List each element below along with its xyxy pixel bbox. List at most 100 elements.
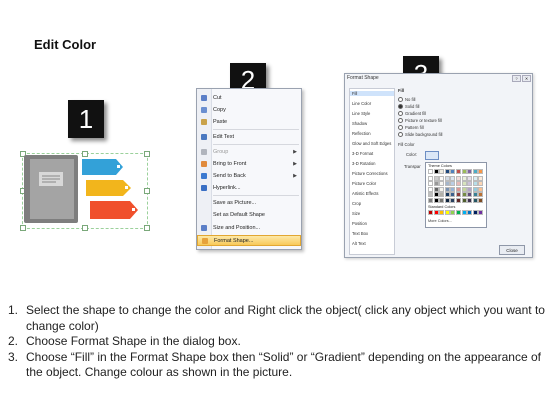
menu-item-paste[interactable]: Paste [197,116,301,127]
category-text-box[interactable]: Text Box [352,231,368,236]
help-button[interactable]: ? [512,75,521,82]
category-3d-rotation[interactable]: 3-D Rotation [352,161,376,166]
menu-item-format-shape[interactable]: Format Shape... [197,235,301,246]
color-swatch[interactable] [472,198,478,203]
category-alt-text[interactable]: Alt Text [352,241,366,246]
menu-item-save-as-picture[interactable]: Save as Picture... [197,197,301,208]
standard-color-swatch[interactable] [450,210,456,215]
color-swatch[interactable] [461,198,467,203]
color-swatch[interactable] [456,198,461,203]
tab-blue[interactable] [82,159,123,175]
color-swatch[interactable] [456,175,461,181]
color-swatch[interactable] [428,186,433,192]
category-picture-corrections[interactable]: Picture Corrections [352,171,388,176]
color-swatch[interactable] [450,192,456,198]
color-swatch[interactable] [433,186,439,192]
dialog-close-icon[interactable]: ✕ [522,75,531,82]
color-swatch[interactable] [433,175,439,181]
menu-item-cut[interactable]: Cut [197,92,301,103]
color-swatch[interactable] [428,175,433,181]
color-swatch[interactable] [444,169,450,174]
color-swatch[interactable] [444,198,450,203]
category-fill[interactable]: Fill [350,91,394,96]
color-swatch[interactable] [450,186,456,192]
color-swatch[interactable] [456,169,461,174]
color-swatch[interactable] [456,181,461,187]
close-button[interactable]: Close [499,245,525,255]
color-swatch[interactable] [439,186,445,192]
option-solid-fill[interactable]: Solid fill [398,104,419,109]
standard-color-swatch[interactable] [472,210,478,215]
standard-color-swatch[interactable] [444,210,450,215]
color-swatch[interactable] [478,198,484,203]
color-swatch[interactable] [472,175,478,181]
color-swatch[interactable] [456,186,461,192]
color-swatch[interactable] [433,192,439,198]
color-swatch[interactable] [439,169,445,174]
menu-item-bring-to-front[interactable]: Bring to Front ▶ [197,158,301,169]
tab-red[interactable] [90,201,138,219]
tab-yellow[interactable] [86,180,131,196]
category-3d-format[interactable]: 3-D Format [352,151,373,156]
color-swatch[interactable] [444,175,450,181]
menu-item-set-default-shape[interactable]: Set as Default Shape [197,209,301,220]
standard-color-swatch[interactable] [461,210,467,215]
color-swatch[interactable] [467,192,473,198]
option-picture-fill[interactable]: Picture or texture fill [398,118,442,123]
option-slide-background-fill[interactable]: Slide background fill [398,132,442,137]
color-swatch[interactable] [428,198,433,203]
option-gradient-fill[interactable]: Gradient fill [398,111,426,116]
color-swatch[interactable] [450,175,456,181]
color-swatch[interactable] [461,175,467,181]
category-glow[interactable]: Glow and Soft Edges [352,141,391,146]
category-picture-color[interactable]: Picture Color [352,181,376,186]
menu-item-copy[interactable]: Copy [197,104,301,115]
color-swatch[interactable] [428,169,433,174]
color-swatch[interactable] [467,198,473,203]
color-swatch[interactable] [478,181,484,187]
category-crop[interactable]: Crop [352,201,361,206]
option-pattern-fill[interactable]: Pattern fill [398,125,424,130]
color-swatch[interactable] [478,192,484,198]
option-no-fill[interactable]: No fill [398,97,415,102]
color-swatch[interactable] [450,198,456,203]
color-swatch[interactable] [433,169,439,174]
color-swatch[interactable] [439,192,445,198]
color-swatch[interactable] [478,175,484,181]
color-swatch[interactable] [439,181,445,187]
color-swatch[interactable] [444,181,450,187]
category-position[interactable]: Position [352,221,367,226]
color-swatch[interactable] [467,169,473,174]
standard-color-swatch[interactable] [439,210,445,215]
category-line-color[interactable]: Line Color [352,101,371,106]
color-swatch[interactable] [461,181,467,187]
fill-color-dropdown[interactable] [425,151,439,160]
color-swatch[interactable] [467,181,473,187]
color-swatch[interactable] [472,181,478,187]
standard-color-swatch[interactable] [456,210,461,215]
color-swatch[interactable] [461,186,467,192]
more-colors-link[interactable]: More Colors... [428,219,452,223]
standard-color-swatch[interactable] [478,210,484,215]
standard-color-swatch[interactable] [433,210,439,215]
category-reflection[interactable]: Reflection [352,131,371,136]
category-artistic-effects[interactable]: Artistic Effects [352,191,378,196]
color-swatch[interactable] [461,192,467,198]
category-size[interactable]: Size [352,211,360,216]
standard-color-swatch[interactable] [428,210,433,215]
book-shape[interactable] [22,150,152,230]
menu-item-edit-text[interactable]: Edit Text [197,131,301,142]
color-swatch[interactable] [428,181,433,187]
category-shadow[interactable]: Shadow [352,121,367,126]
color-swatch[interactable] [433,198,439,203]
color-swatch[interactable] [450,181,456,187]
color-swatch[interactable] [450,169,456,174]
color-swatch[interactable] [439,175,445,181]
color-swatch[interactable] [461,169,467,174]
menu-item-hyperlink[interactable]: Hyperlink... [197,182,301,193]
menu-item-send-to-back[interactable]: Send to Back ▶ [197,170,301,181]
color-swatch[interactable] [439,198,445,203]
category-line-style[interactable]: Line Style [352,111,370,116]
color-swatch[interactable] [478,186,484,192]
color-swatch[interactable] [444,192,450,198]
